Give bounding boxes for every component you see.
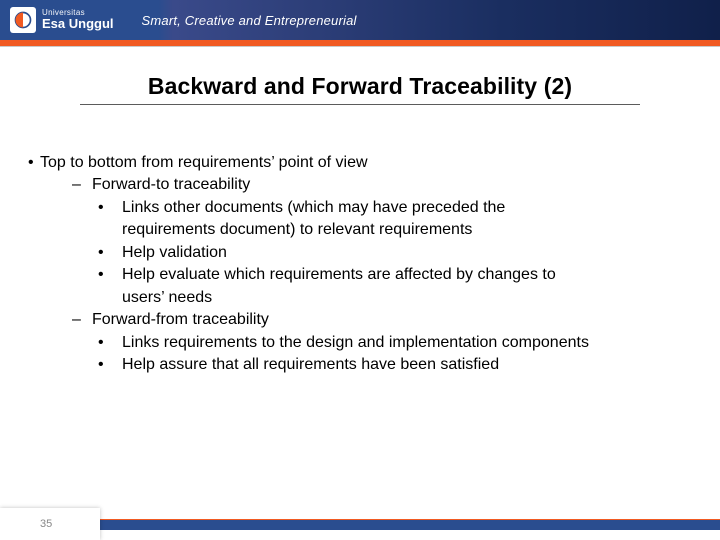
bullet-text: users’ needs bbox=[122, 289, 212, 306]
footer-nav-bar bbox=[0, 520, 720, 530]
logo: Universitas Esa Unggul bbox=[0, 0, 114, 40]
logo-text: Universitas Esa Unggul bbox=[42, 9, 114, 31]
page-number: 35 bbox=[40, 518, 52, 530]
bullet-text: Top to bottom from requirements’ point o… bbox=[40, 154, 368, 171]
logo-text-main: Esa Unggul bbox=[42, 17, 114, 31]
slide-footer: 35 bbox=[0, 506, 720, 540]
logo-icon bbox=[10, 7, 36, 33]
header-tagline: Smart, Creative and Entrepreneurial bbox=[142, 13, 357, 28]
bullet-l1: •Top to bottom from requirements’ point … bbox=[28, 153, 718, 173]
bullet-l3: •Help assure that all requirements have … bbox=[110, 355, 718, 375]
bullet-text: requirements document) to relevant requi… bbox=[122, 221, 472, 238]
bullet-text: Links other documents (which may have pr… bbox=[122, 199, 505, 216]
bullet-l2: –Forward-from traceability bbox=[72, 310, 718, 330]
slide-title: Backward and Forward Traceability (2) bbox=[0, 73, 720, 100]
bullet-text: Help assure that all requirements have b… bbox=[122, 356, 499, 373]
bullet-l3-cont: requirements document) to relevant requi… bbox=[110, 220, 718, 240]
bullet-text: Help evaluate which requirements are aff… bbox=[122, 266, 556, 283]
slide-body: •Top to bottom from requirements’ point … bbox=[0, 113, 720, 376]
title-area: Backward and Forward Traceability (2) bbox=[0, 47, 720, 113]
bullet-text: Links requirements to the design and imp… bbox=[122, 334, 589, 351]
bullet-l3: •Help validation bbox=[110, 243, 718, 263]
title-underline bbox=[80, 104, 640, 105]
bullet-l3-cont: users’ needs bbox=[110, 288, 718, 308]
bullet-l2: –Forward-to traceability bbox=[72, 175, 718, 195]
bullet-l3: •Links other documents (which may have p… bbox=[110, 198, 718, 218]
bullet-text: Forward-from traceability bbox=[92, 311, 269, 328]
bullet-l3: •Help evaluate which requirements are af… bbox=[110, 265, 718, 285]
bullet-text: Forward-to traceability bbox=[92, 176, 250, 193]
bullet-text: Help validation bbox=[122, 244, 227, 261]
bullet-l3: •Links requirements to the design and im… bbox=[110, 333, 718, 353]
slide-header: Universitas Esa Unggul Smart, Creative a… bbox=[0, 0, 720, 40]
logo-text-small: Universitas bbox=[42, 9, 114, 17]
